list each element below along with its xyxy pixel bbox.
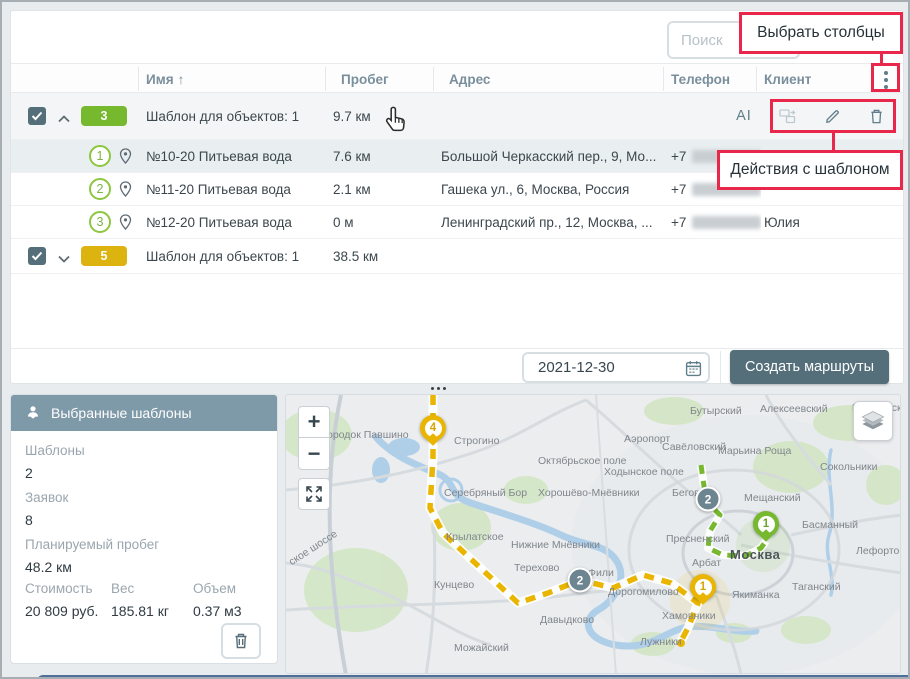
- column-separator: [663, 67, 664, 91]
- cost-value: 20 809 руб.: [25, 603, 98, 619]
- clear-selection-button[interactable]: [221, 623, 261, 659]
- map-circle-marker[interactable]: 2: [568, 568, 593, 593]
- template-actions-callout: Действия с шаблоном: [717, 150, 903, 190]
- column-header-phone[interactable]: Телефон: [671, 64, 730, 94]
- selected-templates-panel: Выбранные шаблоны Шаблоны 2 Заявок 8 Пла…: [10, 394, 278, 664]
- weight-label: Вес: [111, 581, 134, 596]
- kebab-highlight-outline: [871, 63, 900, 92]
- phone-redacted: [692, 216, 761, 229]
- expand-chevron-down-icon[interactable]: [57, 251, 71, 261]
- column-separator: [138, 67, 139, 91]
- order-location-pin-icon: [119, 181, 132, 202]
- map-layers-button[interactable]: [853, 401, 893, 441]
- callout-connector: [832, 133, 835, 150]
- order-address: Ленинградский пр., 12, Москва, ...: [441, 206, 663, 238]
- templates-label: Шаблоны: [25, 443, 85, 458]
- map-pin-marker[interactable]: 1: [690, 574, 716, 606]
- template-mileage: 38.5 км: [333, 239, 433, 273]
- bottom-panel-edge: [37, 675, 910, 679]
- order-sequence-number: 1: [89, 145, 111, 167]
- column-separator: [433, 67, 434, 91]
- planned-mileage-value: 48.2 км: [25, 559, 72, 575]
- column-separator: [756, 67, 757, 91]
- panel-title: Выбранные шаблоны: [51, 405, 192, 421]
- column-header-client[interactable]: Клиент: [764, 64, 811, 94]
- planned-mileage-label: Планируемый пробег: [25, 537, 159, 552]
- footer-separator: [720, 351, 721, 383]
- zoom-in-button[interactable]: +: [298, 406, 330, 438]
- template-name: Шаблон для объектов: 1: [146, 239, 326, 273]
- template-name: Шаблон для объектов: 1: [146, 93, 326, 139]
- order-mileage: 7.6 км: [333, 140, 433, 172]
- column-separator: [325, 67, 326, 91]
- order-sequence-number: 2: [89, 178, 111, 200]
- order-mileage: 2.1 км: [333, 173, 433, 205]
- map-pin-marker[interactable]: 1: [753, 511, 779, 543]
- volume-value: 0.37 м3: [193, 603, 242, 619]
- column-header-name-label: Имя: [146, 72, 174, 87]
- templates-value: 2: [25, 465, 33, 481]
- hand-cursor-icon: [383, 105, 406, 139]
- zoom-out-button[interactable]: −: [298, 438, 330, 470]
- template-2-checkbox[interactable]: [28, 247, 46, 265]
- map-canvas[interactable]: Городок ПавшиноСтрогиноОктябрьское полеС…: [285, 394, 901, 674]
- order-phone: +7: [671, 206, 761, 238]
- table-header: Имя ↑ Пробег Адрес Телефон Клиент: [11, 63, 903, 93]
- app-window: Имя ↑ Пробег Адрес Телефон Клиент 3 Ша: [0, 0, 910, 679]
- order-mileage: 0 м: [333, 206, 433, 238]
- templates-table-card: Имя ↑ Пробег Адрес Телефон Клиент 3 Ша: [10, 10, 904, 384]
- callout-connector: [880, 54, 883, 63]
- volume-label: Объем: [193, 581, 236, 596]
- sort-asc-icon: ↑: [178, 72, 185, 87]
- map-marker-layer: 4 2 1 2 1: [286, 395, 900, 673]
- footer-divider: [11, 348, 903, 349]
- orders-label: Заявок: [25, 490, 68, 505]
- orders-value: 8: [25, 512, 33, 528]
- user-pin-icon: [25, 404, 41, 423]
- weight-value: 185.81 кг: [111, 603, 169, 619]
- template-1-checkbox[interactable]: [28, 107, 46, 125]
- column-header-name[interactable]: Имя ↑: [146, 64, 184, 94]
- order-location-pin-icon: [119, 148, 132, 169]
- selected-templates-header: Выбранные шаблоны: [11, 395, 277, 431]
- fullscreen-button[interactable]: [298, 478, 330, 510]
- template-row-2[interactable]: 5 Шаблон для объектов: 1 38.5 км: [11, 239, 903, 274]
- select-columns-callout: Выбрать столбцы: [739, 12, 903, 54]
- order-name: №12-20 Питьевая вода: [146, 206, 326, 238]
- column-header-address[interactable]: Адрес: [449, 64, 490, 94]
- route-date-input[interactable]: [522, 352, 710, 383]
- map-circle-marker[interactable]: 2: [696, 487, 721, 512]
- create-routes-button[interactable]: Создать маршруты: [730, 350, 889, 384]
- collapse-chevron-up-icon[interactable]: [57, 111, 71, 121]
- column-header-mileage[interactable]: Пробег: [341, 64, 389, 94]
- order-address: Большой Черкасский пер., 9, Мо...: [441, 140, 663, 172]
- order-client: Юлия: [764, 206, 869, 238]
- order-name: №11-20 Питьевая вода: [146, 173, 326, 205]
- order-name: №10-20 Питьевая вода: [146, 140, 326, 172]
- rename-template-icon[interactable]: AI: [733, 105, 755, 127]
- panel-resize-handle[interactable]: [427, 385, 449, 392]
- orders-count-badge: 3: [81, 106, 127, 126]
- order-location-pin-icon: [119, 214, 132, 235]
- order-row-3[interactable]: 3 №12-20 Питьевая вода 0 м Ленинградский…: [11, 206, 903, 239]
- cost-label: Стоимость: [25, 581, 93, 596]
- actions-highlight-outline: [770, 99, 896, 133]
- orders-count-badge: 5: [81, 246, 127, 266]
- order-sequence-number: 3: [89, 211, 111, 233]
- order-address: Гашека ул., 6, Москва, Россия: [441, 173, 663, 205]
- map-pin-marker[interactable]: 4: [420, 415, 446, 447]
